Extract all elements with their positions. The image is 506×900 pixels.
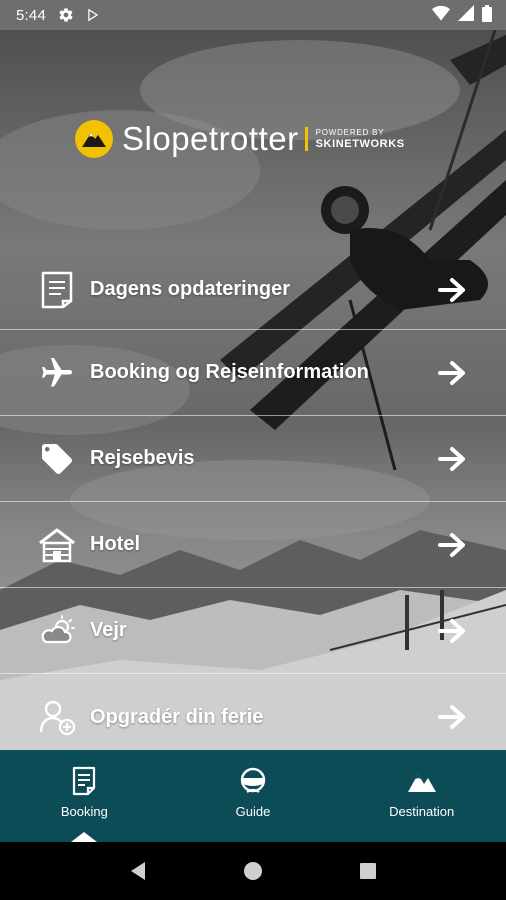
menu-item-label: Booking og Rejseinformation — [90, 361, 369, 383]
arrow-right-icon — [438, 618, 465, 643]
menu-item-hotel[interactable]: Hotel — [0, 502, 506, 588]
brand-subtitle: POWDERED BY SKINETWORKS — [315, 127, 405, 150]
arrow-right-icon — [438, 705, 465, 729]
menu-item-label: Vejr — [90, 619, 127, 641]
airplane-icon — [38, 354, 76, 392]
tab-booking[interactable]: Booking — [0, 750, 169, 842]
weather-icon — [38, 612, 76, 650]
menu-item-daily-updates[interactable]: Dagens opdateringer — [0, 250, 506, 330]
document-icon — [73, 766, 96, 796]
menu-item-label: Hotel — [90, 533, 140, 555]
menu-item-label: Rejsebevis — [90, 447, 195, 469]
menu-item-booking-info[interactable]: Booking og Rejseinformation — [0, 330, 506, 416]
menu-item-travel-voucher[interactable]: Rejsebevis — [0, 416, 506, 502]
arrow-right-icon — [438, 446, 465, 471]
battery-icon — [482, 4, 492, 26]
arrow-right-icon — [438, 532, 465, 557]
document-icon — [38, 271, 76, 309]
arrow-right-icon — [438, 277, 465, 302]
play-store-icon — [86, 8, 100, 22]
tab-destination[interactable]: Destination — [337, 750, 506, 842]
mountain-icon — [407, 774, 436, 792]
menu-item-label: Opgradér din ferie — [90, 705, 264, 728]
hotel-icon — [38, 526, 76, 564]
tab-label: Guide — [235, 804, 271, 819]
home-circle-icon — [243, 862, 262, 880]
recents-button[interactable] — [356, 859, 380, 883]
gear-icon — [58, 7, 74, 23]
menu-item-weather[interactable]: Vejr — [0, 588, 506, 674]
home-button[interactable] — [241, 859, 265, 883]
main-menu: Dagens opdateringer Booking og Rejseinfo… — [0, 250, 506, 760]
partner-name: SKINETWORKS — [315, 137, 405, 150]
back-triangle-icon — [130, 862, 145, 880]
brand-name: Slopetrotter — [122, 120, 299, 157]
skier-icon — [240, 767, 266, 793]
system-navigation-bar — [0, 842, 506, 900]
tag-icon — [38, 440, 76, 478]
mountain-badge-icon — [75, 120, 113, 158]
powered-by-label: POWDERED BY — [315, 127, 385, 137]
add-user-icon — [38, 698, 76, 736]
recents-square-icon — [360, 863, 377, 879]
back-button[interactable] — [126, 859, 150, 883]
tab-label: Booking — [60, 804, 108, 819]
brand-separator — [304, 127, 308, 151]
status-time: 5:44 — [16, 6, 46, 24]
menu-item-label: Dagens opdateringer — [90, 278, 291, 300]
active-tab-indicator — [71, 832, 98, 842]
menu-item-upgrade[interactable]: Opgradér din ferie — [0, 674, 506, 760]
tab-label: Destination — [389, 804, 455, 819]
signal-icon — [458, 5, 474, 25]
status-bar: 5:44 — [0, 0, 506, 30]
wifi-icon — [432, 5, 450, 25]
arrow-right-icon — [438, 360, 465, 385]
bottom-navigation: Booking Guide Destination — [0, 750, 506, 842]
tab-guide[interactable]: Guide — [169, 750, 338, 842]
app-logo: Slopetrotter POWDERED BY SKINETWORKS — [74, 118, 405, 160]
